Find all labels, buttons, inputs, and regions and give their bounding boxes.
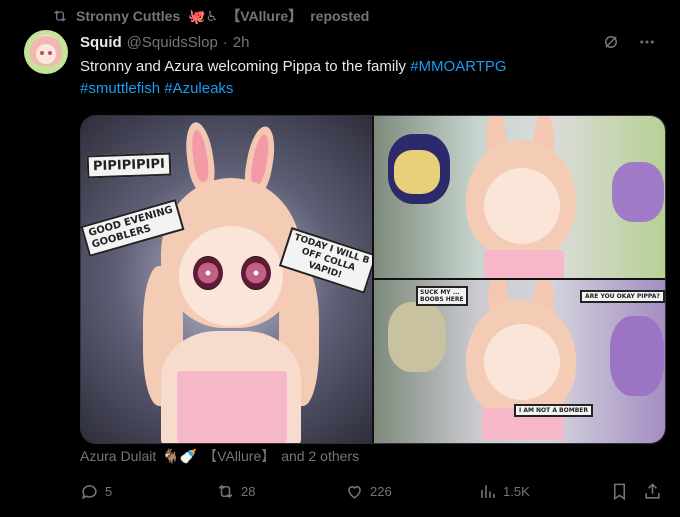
views-button[interactable]: 1.5K bbox=[478, 482, 530, 501]
tweet-actions: 5 28 226 1.5K bbox=[80, 481, 664, 501]
like-count: 226 bbox=[370, 483, 392, 499]
reply-icon bbox=[81, 484, 97, 499]
tagged-user-name[interactable]: Azura Dulait bbox=[80, 448, 156, 464]
sticker-text: SUCK MY ... BOOBS HERE bbox=[416, 286, 468, 306]
heart-icon bbox=[348, 485, 361, 499]
reposter-tag: 【VAllure】 bbox=[226, 8, 303, 24]
repost-count: 28 bbox=[241, 483, 256, 499]
more-options-icon[interactable] bbox=[638, 33, 656, 51]
reply-count: 5 bbox=[105, 483, 113, 499]
share-button[interactable] bbox=[643, 482, 662, 501]
separator-dot: · bbox=[222, 33, 228, 51]
author-handle[interactable]: @SquidsSlop bbox=[127, 34, 218, 51]
tagged-user-emojis: 🐐🍼 bbox=[162, 447, 198, 464]
tweet-text: Stronny and Azura welcoming Pippa to the… bbox=[80, 58, 407, 75]
tagged-users[interactable]: Azura Dulait 🐐🍼 【VAllure】 and 2 others bbox=[80, 447, 359, 465]
hashtag-link[interactable]: #smuttlefish bbox=[80, 80, 160, 97]
hashtag-link[interactable]: #Azuleaks bbox=[164, 80, 233, 97]
sticker-text: ARE YOU OKAY PIPPA? bbox=[580, 290, 665, 303]
tagged-others[interactable]: and 2 others bbox=[281, 448, 359, 464]
tweet-body: Stronny and Azura welcoming Pippa to the… bbox=[80, 56, 640, 100]
repost-icon bbox=[54, 10, 66, 22]
reposter-name[interactable]: Stronny Cuttles bbox=[76, 8, 180, 24]
share-icon bbox=[645, 482, 660, 499]
repost-button[interactable]: 28 bbox=[216, 482, 255, 501]
media-image-2[interactable] bbox=[374, 116, 665, 278]
sticker-text: PIPIPIPIPI bbox=[86, 152, 172, 179]
bookmark-button[interactable] bbox=[610, 482, 629, 501]
media-image-1[interactable]: PIPIPIPIPI GOOD EVENING GOOBLERS TODAY I … bbox=[81, 116, 372, 443]
author-avatar[interactable] bbox=[24, 30, 68, 74]
hashtag-link[interactable]: #MMOARTPG bbox=[410, 58, 506, 75]
author-name[interactable]: Squid bbox=[80, 34, 122, 51]
media-grid: PIPIPIPIPI GOOD EVENING GOOBLERS TODAY I … bbox=[80, 115, 666, 444]
repost-indicator[interactable]: Stronny Cuttles 🐙♿ 【VAllure】 reposted bbox=[52, 6, 369, 26]
repost-action-label: reposted bbox=[310, 8, 370, 24]
reposter-emojis: 🐙♿ bbox=[188, 7, 219, 24]
tweet-timestamp[interactable]: 2h bbox=[233, 34, 250, 51]
like-button[interactable]: 226 bbox=[345, 482, 392, 501]
views-chart-icon bbox=[481, 484, 495, 498]
views-count: 1.5K bbox=[503, 483, 530, 499]
repost-icon bbox=[218, 484, 233, 498]
sticker-text: I AM NOT A BOMBER bbox=[514, 404, 593, 417]
grok-icon[interactable] bbox=[602, 33, 620, 51]
tagged-user-tag: 【VAllure】 bbox=[203, 448, 276, 464]
media-image-3[interactable]: SUCK MY ... BOOBS HERE ARE YOU OKAY PIPPA… bbox=[374, 280, 665, 443]
tweet-header: Squid @SquidsSlop · 2h bbox=[80, 32, 656, 52]
bookmark-icon bbox=[613, 483, 626, 500]
reply-button[interactable]: 5 bbox=[80, 482, 112, 501]
